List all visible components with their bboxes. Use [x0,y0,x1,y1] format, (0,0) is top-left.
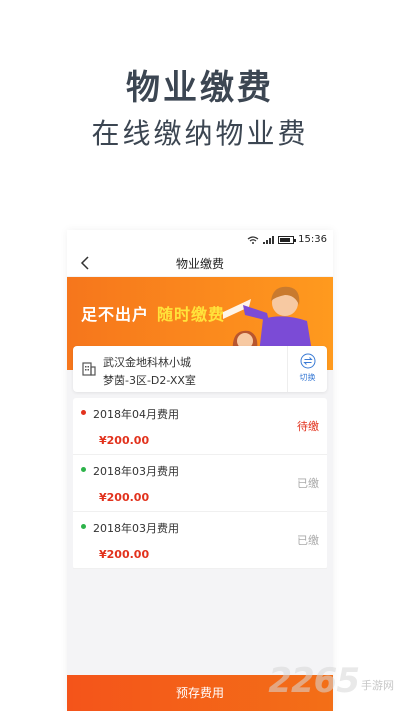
phone-screen: 15:36 物业缴费 足不出户 随时缴费 武汉金地科林小城 梦茵-3区-D2-X… [67,230,333,711]
bill-month: 2018年04月费用 [93,408,179,421]
bill-amount: ¥200.00 [99,434,150,447]
promo-subtitle: 在线缴纳物业费 [91,117,309,150]
bill-month: 2018年03月费用 [93,465,179,478]
community-name: 武汉金地科林小城 [103,356,191,369]
status-dot [81,467,86,472]
promo-title: 物业缴费 [126,68,274,108]
bill-amount: ¥200.00 [99,491,150,504]
wifi-icon [247,235,259,244]
bill-item[interactable]: 2018年04月费用 ¥200.00 待缴 [73,398,327,455]
status-bar: 15:36 [67,230,333,250]
bill-item[interactable]: 2018年03月费用 ¥200.00 已缴 [73,512,327,569]
bill-item[interactable]: 2018年03月费用 ¥200.00 已缴 [73,455,327,512]
address-card[interactable]: 武汉金地科林小城 梦茵-3区-D2-XX室 切换 [73,346,327,392]
bill-amount: ¥200.00 [99,548,150,561]
bill-month: 2018年03月费用 [93,522,179,535]
bill-status: 待缴 [297,420,319,433]
status-time: 15:36 [298,234,327,245]
status-dot [81,410,86,415]
switch-label: 切换 [299,373,316,382]
site-watermark: 2265 手游网 [268,661,394,701]
page-title: 物业缴费 [175,257,224,271]
bill-status: 已缴 [297,534,319,547]
status-icons: 15:36 [247,234,327,245]
switch-address-button[interactable]: 切换 [287,346,327,392]
banner-slogan: 足不出户 随时缴费 [81,301,225,325]
watermark-number: 2265 [268,661,360,701]
nav-bar: 物业缴费 [67,250,333,276]
battery-icon [278,235,297,244]
unit-address: 梦茵-3区-D2-XX室 [103,374,196,387]
banner-slogan-yellow: 随时缴费 [157,305,226,324]
swap-icon [300,353,315,369]
status-dot [81,524,86,529]
bill-status: 已缴 [297,477,319,490]
bill-list: 2018年04月费用 ¥200.00 待缴 2018年03月费用 ¥200.00… [73,398,327,569]
signal-icon [263,235,275,244]
app-screenshot-page: 物业缴费 在线缴纳物业费 15:36 物业缴费 足不出户 随时缴费 武汉金地科林… [0,0,400,711]
building-icon [82,362,96,376]
watermark-site: 手游网 [361,679,394,692]
banner-slogan-white: 足不出户 [81,305,150,324]
